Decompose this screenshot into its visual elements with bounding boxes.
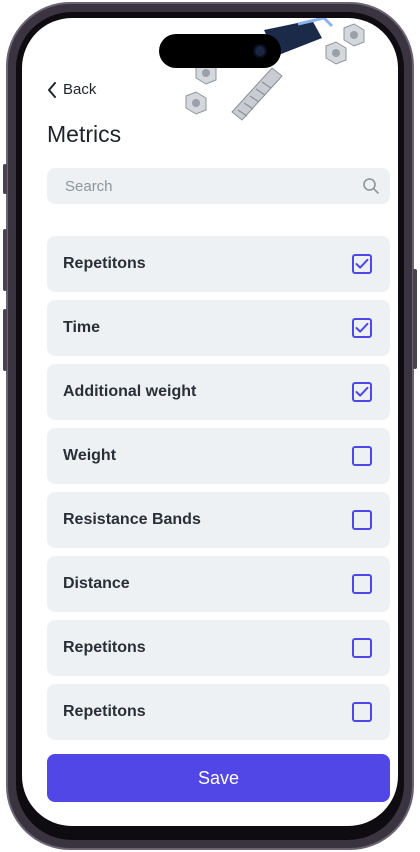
- metric-label: Repetitons: [63, 703, 146, 720]
- metric-checkbox-checked[interactable]: [352, 318, 372, 338]
- check-icon: [355, 322, 369, 333]
- metric-row[interactable]: Additional weight: [47, 364, 390, 420]
- metric-list: Repetitons Time Additional weight Weight…: [47, 236, 390, 748]
- volume-up-button: [3, 229, 7, 291]
- search-bar: [47, 168, 390, 204]
- metric-row[interactable]: Resistance Bands: [47, 492, 390, 548]
- hex-nut-icon: [343, 23, 365, 47]
- metric-row[interactable]: Repetitons: [47, 620, 390, 676]
- screen: Back Metrics Repetitons Time: [22, 18, 398, 826]
- action-button: [3, 164, 7, 194]
- metric-row[interactable]: Repetitons: [47, 236, 390, 292]
- check-icon: [355, 258, 369, 269]
- metric-row[interactable]: Weight: [47, 428, 390, 484]
- back-button[interactable]: Back: [47, 81, 96, 98]
- metric-checkbox[interactable]: [352, 574, 372, 594]
- search-icon[interactable]: [362, 177, 380, 195]
- metric-checkbox[interactable]: [352, 510, 372, 530]
- dynamic-island: [159, 34, 281, 68]
- metric-row[interactable]: Time: [47, 300, 390, 356]
- metric-row[interactable]: Repetitons: [47, 684, 390, 740]
- metric-checkbox[interactable]: [352, 446, 372, 466]
- metric-label: Repetitons: [63, 255, 146, 272]
- metric-checkbox[interactable]: [352, 638, 372, 658]
- page-title: Metrics: [47, 121, 122, 147]
- phone-frame: Back Metrics Repetitons Time: [3, 2, 417, 850]
- camera-icon: [253, 44, 267, 58]
- back-label: Back: [63, 81, 97, 98]
- metric-label: Additional weight: [63, 383, 197, 400]
- save-button[interactable]: Save: [47, 754, 390, 802]
- metric-label: Repetitons: [63, 639, 146, 656]
- metric-checkbox-checked[interactable]: [352, 382, 372, 402]
- check-icon: [355, 386, 369, 397]
- power-button: [413, 269, 417, 369]
- metric-label: Distance: [63, 575, 130, 592]
- metric-checkbox-checked[interactable]: [352, 254, 372, 274]
- volume-down-button: [3, 309, 7, 371]
- metric-label: Resistance Bands: [63, 511, 201, 528]
- metric-checkbox[interactable]: [352, 702, 372, 722]
- chevron-left-icon: [48, 81, 56, 98]
- bolt-icon: [231, 67, 283, 121]
- hex-nut-icon: [325, 41, 347, 65]
- hex-nut-icon: [185, 91, 207, 115]
- metric-label: Time: [63, 319, 101, 336]
- metric-row[interactable]: Distance: [47, 556, 390, 612]
- metric-label: Weight: [63, 447, 117, 464]
- search-input[interactable]: [63, 176, 362, 196]
